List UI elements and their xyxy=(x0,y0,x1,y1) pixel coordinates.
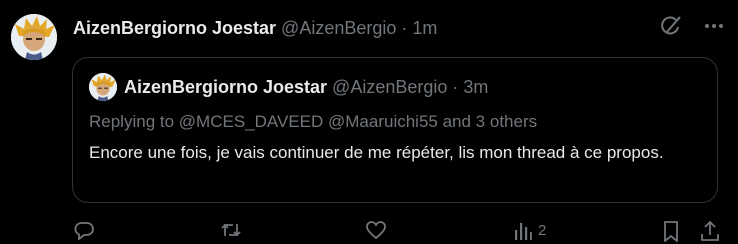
quote-header: AizenBergiorno Joestar @AizenBergio · 3m xyxy=(124,77,488,98)
separator-dot: · xyxy=(401,17,408,38)
views-button[interactable]: 2 xyxy=(514,220,546,240)
quote-avatar[interactable] xyxy=(89,73,117,101)
retweet-icon xyxy=(221,223,241,237)
tweet-header: AizenBergiorno Joestar @AizenBergio · 1m xyxy=(73,15,437,41)
share-button[interactable] xyxy=(700,220,720,242)
reply-icon xyxy=(74,222,94,240)
action-bar: 2 xyxy=(0,220,738,244)
tweet-time[interactable]: 1m xyxy=(412,18,437,39)
like-button[interactable] xyxy=(366,220,386,240)
more-icon[interactable] xyxy=(704,16,724,36)
views-count: 2 xyxy=(538,221,547,239)
grok-icon[interactable] xyxy=(660,15,682,37)
quote-separator-dot: · xyxy=(452,77,459,97)
bookmark-icon xyxy=(664,221,678,242)
views-icon xyxy=(515,223,532,240)
reply-button[interactable] xyxy=(74,220,94,240)
replying-suffix[interactable]: and 3 others xyxy=(443,112,538,131)
author-handle[interactable]: @AizenBergio xyxy=(281,18,396,39)
avatar-image xyxy=(11,14,57,60)
avatar[interactable] xyxy=(11,14,57,60)
replying-mentions[interactable]: @MCES_DAVEED @Maaruichi55 xyxy=(179,112,438,131)
quoted-tweet[interactable]: AizenBergiorno Joestar @AizenBergio · 3m… xyxy=(72,57,718,203)
retweet-button[interactable] xyxy=(220,220,242,240)
quote-time: 3m xyxy=(463,77,489,97)
replying-to: Replying to @MCES_DAVEED @Maaruichi55 an… xyxy=(89,112,537,132)
quote-author-name[interactable]: AizenBergiorno Joestar xyxy=(124,77,327,98)
replying-prefix: Replying to xyxy=(89,112,175,131)
top-icons xyxy=(660,15,724,37)
quote-text: Encore une fois, je vais continuer de me… xyxy=(89,143,664,162)
quote-avatar-image xyxy=(89,73,117,101)
like-icon xyxy=(366,221,386,240)
quote-author-handle[interactable]: @AizenBergio xyxy=(332,77,447,98)
share-icon xyxy=(701,220,719,241)
author-name[interactable]: AizenBergiorno Joestar xyxy=(73,18,276,39)
bookmark-button[interactable] xyxy=(662,220,680,242)
